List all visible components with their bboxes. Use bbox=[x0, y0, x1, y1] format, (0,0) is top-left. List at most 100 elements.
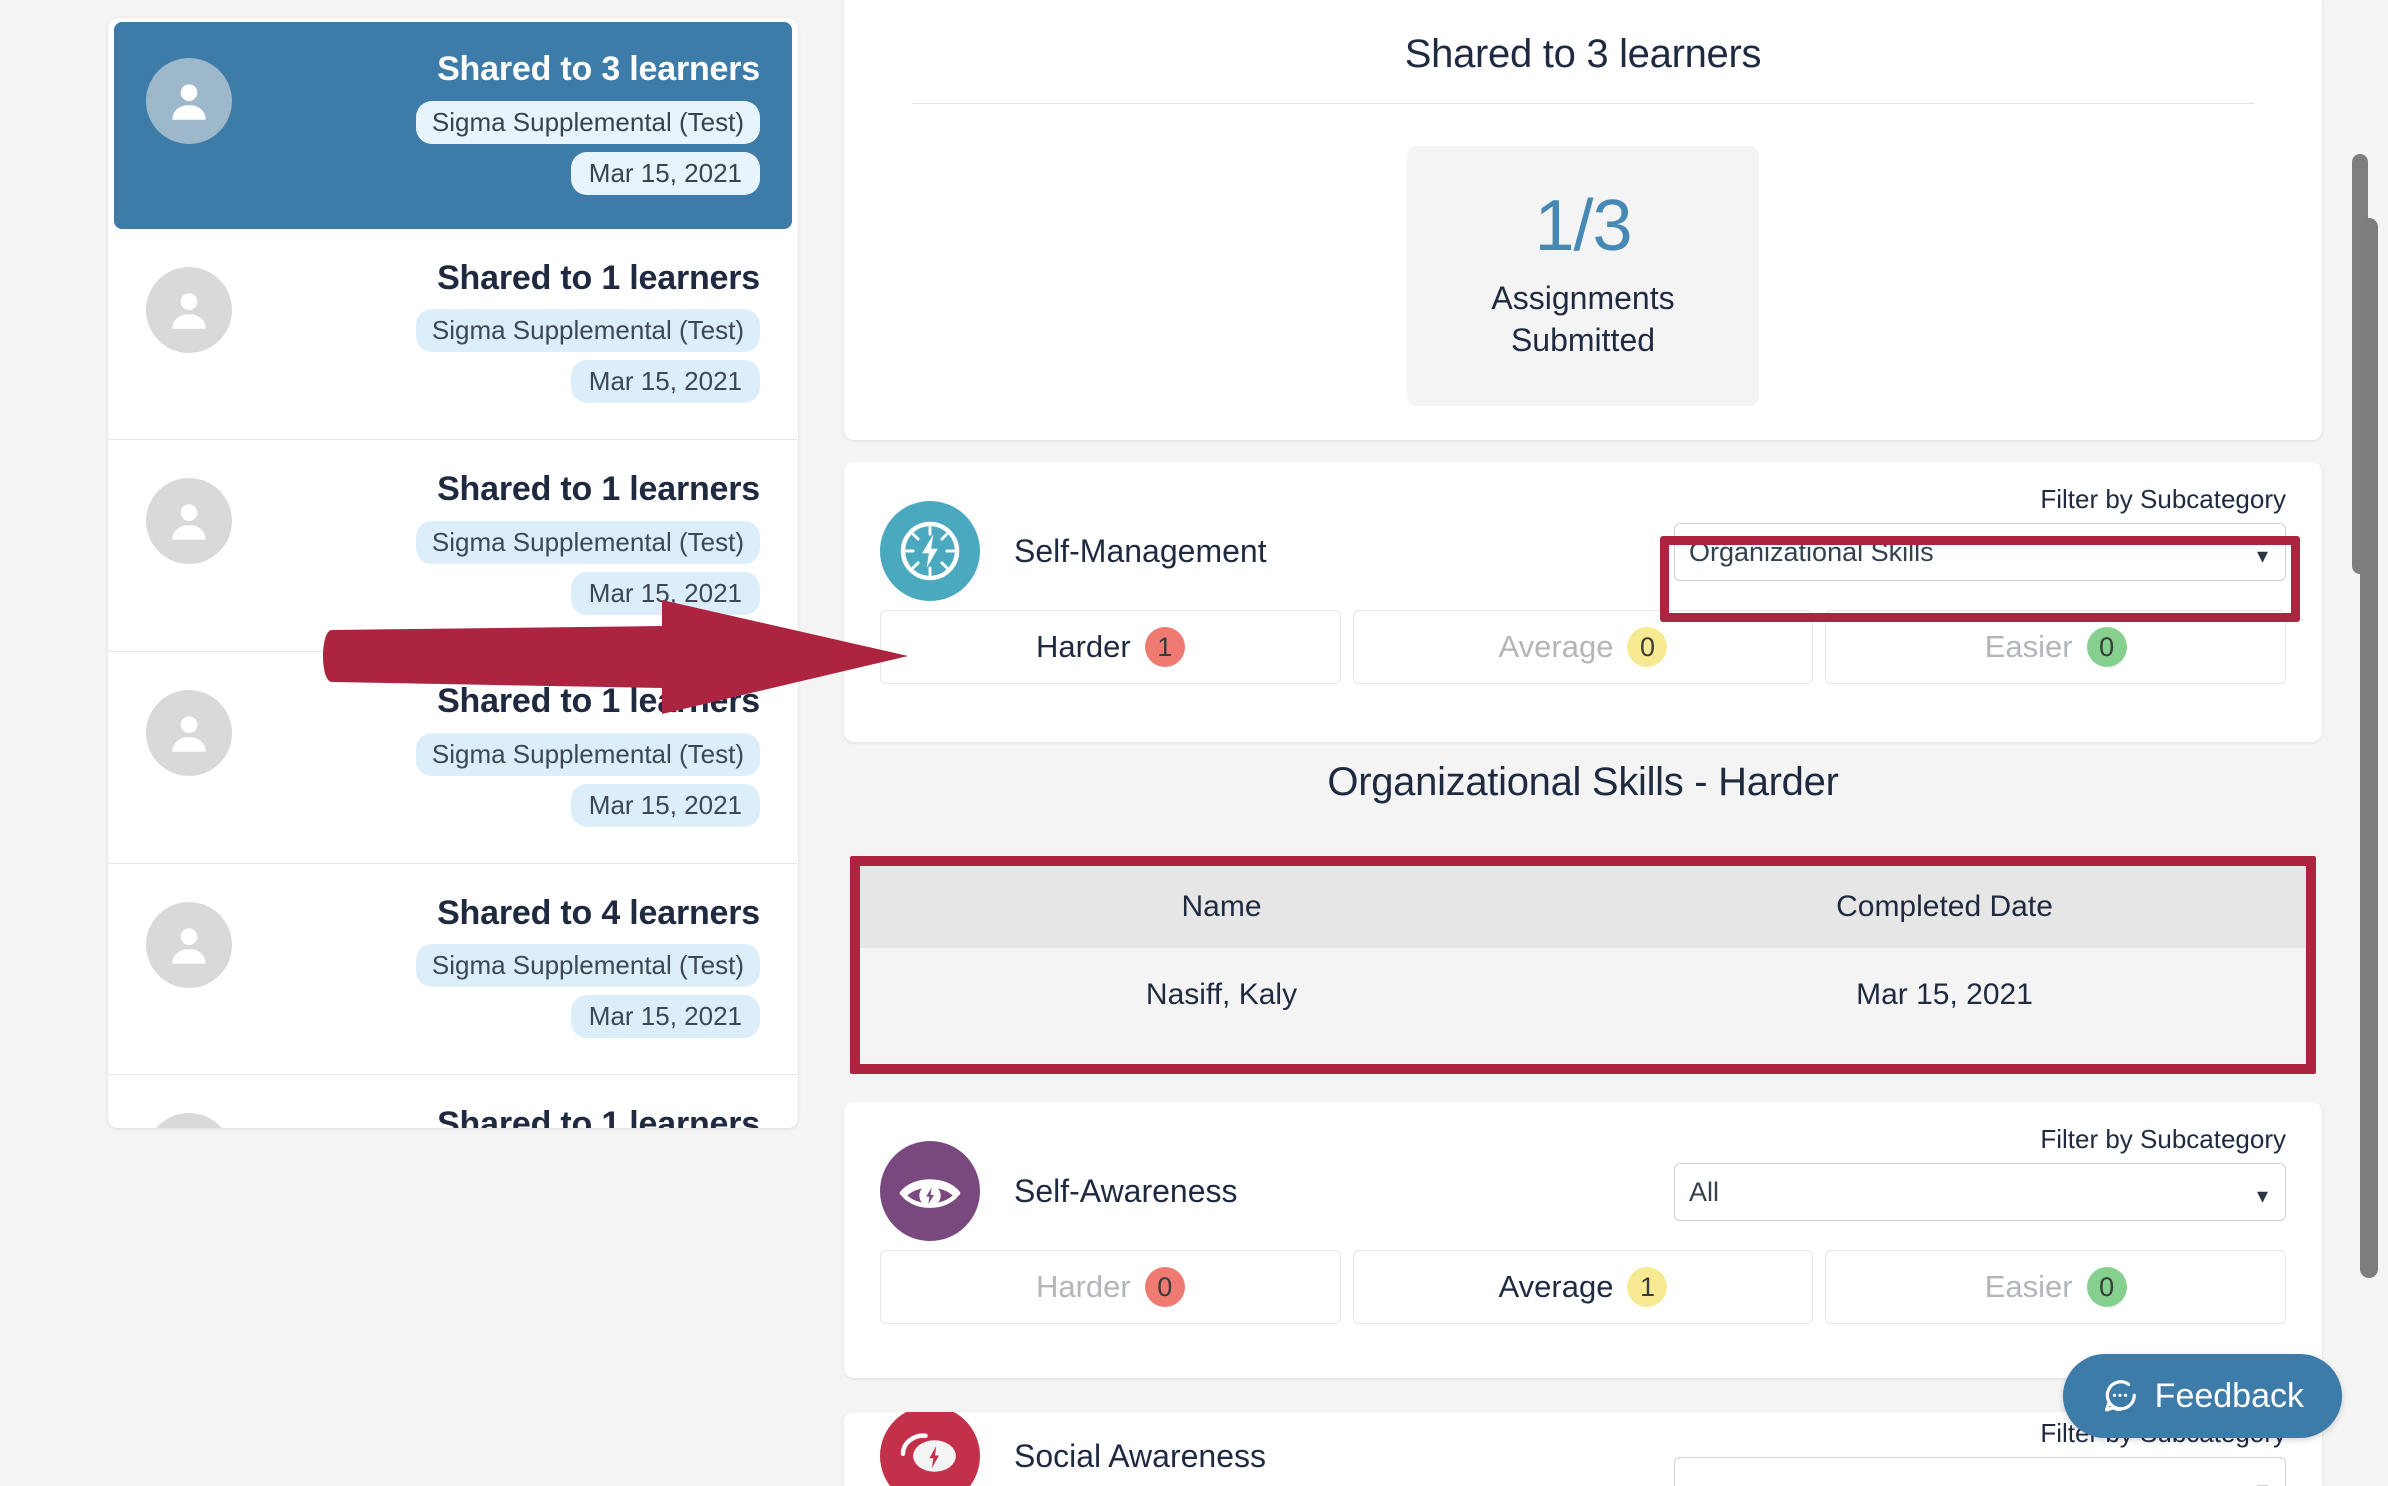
avatar-icon bbox=[146, 58, 232, 144]
difficulty-button-average[interactable]: Average 1 bbox=[1352, 1250, 1814, 1324]
date-pill-line: Mar 15, 2021 bbox=[258, 783, 760, 827]
column-header-completed-date: Completed Date bbox=[1583, 866, 2306, 948]
category-name: Social Awareness bbox=[1014, 1437, 1266, 1474]
shared-assignment-body: Shared to 1 learners Sigma Supplemental (… bbox=[232, 257, 764, 412]
shared-assignments-sidebar: Shared to 3 learners Sigma Supplemental (… bbox=[108, 18, 798, 1128]
shared-assignment-item[interactable]: Shared to 1 learners Sigma Supplemental (… bbox=[108, 228, 798, 441]
subcategory-filter-group: Filter by Subcategory All ▾ bbox=[1674, 1124, 2286, 1221]
date-badge: Mar 15, 2021 bbox=[570, 360, 760, 404]
title-divider bbox=[912, 103, 2254, 104]
category-header: Self-Management Filter by Subcategory Or… bbox=[844, 462, 2322, 622]
shared-assignments-list: Shared to 3 learners Sigma Supplemental (… bbox=[108, 22, 798, 1128]
date-badge: Mar 15, 2021 bbox=[570, 571, 760, 616]
completed-assignments-table: Name Completed Date Nasiff, Kaly Mar 15, … bbox=[860, 866, 2306, 1056]
date-badge: Mar 15, 2021 bbox=[570, 783, 760, 827]
shared-assignment-title: Shared to 1 learners bbox=[437, 258, 760, 297]
category-name: Self-Management bbox=[1014, 532, 1267, 569]
program-pill-line: Sigma Supplemental (Test) bbox=[258, 100, 760, 144]
cell-name: Nasiff, Kaly bbox=[860, 948, 1583, 1056]
shared-assignment-body: Shared to 1 learnersSigma Supplemental (… bbox=[232, 1103, 764, 1128]
main-content-column: Shared to 3 learners 1/3 Assignments Sub… bbox=[812, 0, 2322, 1486]
difficulty-label: Easier bbox=[1984, 629, 2073, 664]
detail-section-heading: Organizational Skills - Harder bbox=[1327, 760, 1839, 804]
shared-assignment-item[interactable]: Shared to 1 learnersSigma Supplemental (… bbox=[108, 652, 798, 864]
program-badge: Sigma Supplemental (Test) bbox=[415, 520, 760, 564]
difficulty-button-harder[interactable]: Harder 0 bbox=[880, 1250, 1341, 1324]
feedback-button[interactable]: Feedback bbox=[2062, 1354, 2342, 1438]
table-header-row: Name Completed Date bbox=[860, 866, 2306, 948]
date-pill-line: Mar 15, 2021 bbox=[258, 151, 760, 195]
program-pill-line: Sigma Supplemental (Test) bbox=[258, 309, 760, 353]
subcategory-filter-label: Filter by Subcategory bbox=[2040, 484, 2286, 514]
date-badge: Mar 15, 2021 bbox=[570, 995, 760, 1039]
difficulty-count-badge: 0 bbox=[1627, 627, 1668, 667]
category-header: Self-Awareness Filter by Subcategory All… bbox=[844, 1102, 2322, 1250]
difficulty-row-self-management: Harder 1 Average 0 Easier 0 bbox=[844, 610, 2322, 714]
difficulty-button-harder[interactable]: Harder 1 bbox=[880, 610, 1341, 684]
cell-completed-date: Mar 15, 2021 bbox=[1583, 948, 2306, 1056]
difficulty-count-badge: 1 bbox=[1144, 627, 1185, 667]
shared-assignment-title: Shared to 3 learners bbox=[437, 50, 760, 88]
stat-label-line2: Submitted bbox=[1510, 322, 1656, 358]
category-name: Self-Awareness bbox=[1014, 1172, 1238, 1209]
subcategory-select-self-management[interactable]: Organizational Skills bbox=[1674, 523, 2286, 581]
shared-assignment-item[interactable]: Shared to 1 learnersSigma Supplemental (… bbox=[108, 1075, 798, 1128]
shared-assignment-body: Shared to 1 learners Sigma Supplemental (… bbox=[232, 468, 764, 623]
difficulty-row-self-awareness: Harder 0 Average 1 Easier 0 bbox=[844, 1250, 2322, 1354]
date-pill-line: Mar 15, 2021 bbox=[258, 360, 760, 404]
difficulty-button-easier[interactable]: Easier 0 bbox=[1825, 610, 2287, 684]
difficulty-label: Easier bbox=[1984, 1269, 2073, 1304]
category-card-self-awareness: Self-Awareness Filter by Subcategory All… bbox=[844, 1102, 2322, 1378]
page-title: Shared to 3 learners bbox=[1404, 32, 1762, 76]
difficulty-count-badge: 0 bbox=[2086, 627, 2127, 667]
shared-assignment-body: Shared to 4 learners Sigma Supplemental (… bbox=[232, 892, 764, 1047]
program-badge: Sigma Supplemental (Test) bbox=[415, 309, 760, 353]
difficulty-label: Harder bbox=[1035, 1269, 1131, 1304]
category-card-self-management: Self-Management Filter by Subcategory Or… bbox=[844, 462, 2322, 742]
subcategory-select-wrap: All ▾ bbox=[1674, 1163, 2286, 1221]
shared-assignment-item[interactable]: Shared to 3 learners Sigma Supplemental (… bbox=[114, 22, 792, 229]
shared-assignment-title: Shared to 4 learners bbox=[437, 893, 760, 932]
shared-assignment-item[interactable]: Shared to 4 learners Sigma Supplemental (… bbox=[108, 863, 798, 1076]
page-scrollbar-thumb[interactable] bbox=[2360, 218, 2378, 1278]
table-body: Nasiff, Kaly Mar 15, 2021 bbox=[860, 948, 2306, 1056]
stat-value: 1/3 bbox=[1534, 186, 1632, 267]
difficulty-count-badge: 0 bbox=[1144, 1267, 1185, 1307]
summary-card: Shared to 3 learners 1/3 Assignments Sub… bbox=[844, 0, 2322, 440]
speech-bubble-icon bbox=[2104, 1380, 2136, 1412]
date-pill-line: Mar 15, 2021 bbox=[258, 995, 760, 1039]
date-pill-line: Mar 15, 2021 bbox=[258, 571, 760, 616]
subcategory-select-social-awareness[interactable] bbox=[1674, 1457, 2286, 1486]
table-row: Nasiff, Kaly Mar 15, 2021 bbox=[860, 948, 2306, 1056]
column-header-name: Name bbox=[860, 866, 1583, 948]
eye-bolt-icon bbox=[880, 1141, 980, 1241]
avatar-icon bbox=[146, 1113, 232, 1128]
speech-bolt-icon bbox=[880, 1412, 980, 1486]
subcategory-select-wrap: Organizational Skills ▾ bbox=[1674, 523, 2286, 581]
program-pill-line: Sigma Supplemental (Test) bbox=[258, 732, 760, 776]
difficulty-count-badge: 1 bbox=[1627, 1267, 1668, 1307]
avatar-icon bbox=[146, 478, 232, 565]
subcategory-filter-label: Filter by Subcategory bbox=[2040, 1124, 2286, 1154]
difficulty-label: Average bbox=[1498, 1269, 1614, 1304]
compass-bolt-icon bbox=[880, 501, 980, 601]
annotation-box-detail-table: Name Completed Date Nasiff, Kaly Mar 15, … bbox=[850, 856, 2316, 1074]
stat-label-line1: Assignments bbox=[1491, 280, 1675, 317]
difficulty-label: Average bbox=[1498, 629, 1614, 664]
subcategory-filter-group: Filter by Subcategory Organizational Ski… bbox=[1674, 484, 2286, 581]
difficulty-count-badge: 0 bbox=[2086, 1267, 2127, 1307]
avatar-icon bbox=[146, 901, 232, 988]
shared-assignment-body: Shared to 3 learners Sigma Supplemental (… bbox=[232, 48, 764, 203]
program-pill-line: Sigma Supplemental (Test) bbox=[258, 944, 760, 988]
shared-assignment-title: Shared to 1 learners bbox=[437, 1105, 760, 1128]
shared-assignment-item[interactable]: Shared to 1 learners Sigma Supplemental (… bbox=[108, 440, 798, 653]
shared-assignment-title: Shared to 1 learners bbox=[437, 470, 760, 509]
assignments-submitted-stat: 1/3 Assignments Submitted bbox=[1407, 146, 1759, 406]
program-badge: Sigma Supplemental (Test) bbox=[415, 732, 760, 776]
program-badge: Sigma Supplemental (Test) bbox=[415, 100, 760, 144]
difficulty-label: Harder bbox=[1035, 629, 1131, 664]
date-badge: Mar 15, 2021 bbox=[570, 151, 760, 195]
difficulty-button-easier[interactable]: Easier 0 bbox=[1825, 1250, 2287, 1324]
subcategory-select-self-awareness[interactable]: All bbox=[1674, 1163, 2286, 1221]
difficulty-button-average[interactable]: Average 0 bbox=[1352, 610, 1814, 684]
